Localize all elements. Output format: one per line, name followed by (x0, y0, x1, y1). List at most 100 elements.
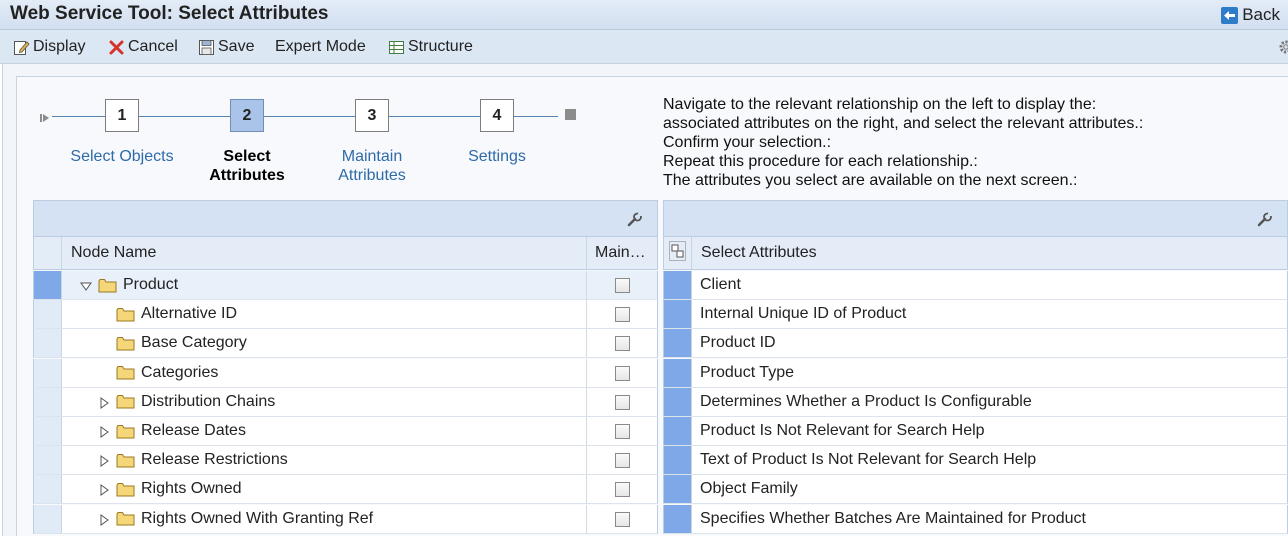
step-2-box[interactable]: 2 (230, 99, 264, 132)
node-name-cell[interactable]: Release Dates (98, 417, 246, 445)
back-button[interactable]: Back (1221, 4, 1280, 26)
row-selector[interactable] (664, 329, 692, 358)
row-selector[interactable] (664, 446, 692, 475)
maintain-cell (586, 358, 657, 387)
node-name-cell[interactable]: Distribution Chains (98, 388, 275, 416)
node-name-cell[interactable]: Rights Owned (98, 475, 242, 503)
row-selector[interactable] (664, 271, 692, 299)
table-row[interactable]: Release Dates (33, 417, 658, 446)
table-row[interactable]: Product Is Not Relevant for Search Help (663, 417, 1288, 446)
node-name-cell[interactable]: Product (80, 271, 178, 299)
row-selector[interactable] (34, 271, 62, 299)
step-1-box[interactable]: 1 (105, 99, 139, 132)
expert-mode-label: Expert Mode (275, 38, 366, 55)
row-selector[interactable] (34, 387, 62, 416)
toolbar: Display Cancel Save Expert Mode Structur… (0, 30, 1288, 64)
row-selector[interactable] (34, 475, 62, 504)
column-header-select-attributes[interactable]: Select Attributes (693, 237, 1283, 269)
maintain-checkbox[interactable] (615, 336, 630, 352)
table-row[interactable]: Text of Product Is Not Relevant for Sear… (663, 446, 1288, 476)
row-selector[interactable] (664, 300, 692, 329)
select-all-toggle[interactable] (664, 237, 692, 269)
row-selector[interactable] (34, 417, 62, 445)
row-selector[interactable] (664, 475, 692, 504)
maintain-checkbox[interactable] (615, 511, 630, 527)
node-name-cell[interactable]: Categories (98, 359, 218, 387)
table-row[interactable]: Release Restrictions (33, 446, 658, 476)
collapsed-triangle-icon[interactable] (98, 425, 110, 438)
node-name-cell[interactable]: Rights Owned With Granting Ref (98, 505, 373, 533)
collapsed-triangle-icon[interactable] (98, 513, 110, 526)
maintain-checkbox[interactable] (615, 424, 630, 439)
attribute-name-cell: Determines Whether a Product Is Configur… (700, 392, 1032, 410)
row-selector[interactable] (34, 300, 62, 329)
maintain-checkbox[interactable] (615, 365, 630, 381)
row-selector[interactable] (34, 504, 62, 533)
table-row[interactable]: Distribution Chains (33, 387, 658, 417)
row-selector[interactable] (664, 358, 692, 387)
table-row[interactable]: Object Family (663, 475, 1288, 505)
structure-icon (388, 39, 405, 56)
table-row[interactable]: Rights Owned With Granting Ref (33, 504, 658, 534)
collapsed-triangle-icon[interactable] (98, 483, 110, 497)
table-row[interactable]: Specifies Whether Batches Are Maintained… (663, 504, 1288, 534)
save-disk-icon (198, 39, 215, 56)
table-row[interactable]: Base Category (33, 329, 658, 359)
step-3-box[interactable]: 3 (355, 99, 389, 132)
row-selector[interactable] (34, 329, 62, 358)
table-row[interactable]: Rights Owned (33, 475, 658, 505)
step-4-box[interactable]: 4 (480, 99, 514, 132)
attribute-table-header: Select Attributes (663, 237, 1288, 270)
save-label: Save (218, 38, 255, 55)
maintain-checkbox[interactable] (615, 307, 630, 323)
folder-icon (116, 307, 135, 322)
expanded-triangle-icon[interactable] (80, 279, 92, 291)
cancel-button[interactable]: Cancel (108, 36, 178, 58)
save-button[interactable]: Save (198, 36, 254, 58)
wrench-icon[interactable] (1257, 212, 1273, 228)
table-row[interactable]: Determines Whether a Product Is Configur… (663, 387, 1288, 417)
table-row[interactable]: Product (33, 271, 658, 300)
wrench-icon[interactable] (627, 212, 643, 228)
row-selector[interactable] (664, 417, 692, 445)
table-row[interactable]: Alternative ID (33, 300, 658, 330)
table-row[interactable]: Product Type (663, 358, 1288, 388)
maintain-checkbox[interactable] (615, 394, 630, 410)
node-name-cell[interactable]: Base Category (98, 329, 247, 357)
collapsed-triangle-icon[interactable] (98, 454, 110, 468)
step-2-label[interactable]: Select Attributes (192, 147, 302, 185)
step-4-label[interactable]: Settings (442, 147, 552, 166)
node-name-cell[interactable]: Alternative ID (98, 300, 237, 328)
select-all-cell[interactable] (34, 237, 62, 269)
table-row[interactable]: Internal Unique ID of Product (663, 300, 1288, 330)
table-row[interactable]: Client (663, 271, 1288, 300)
table-row[interactable]: Product ID (663, 329, 1288, 359)
folder-icon (116, 453, 135, 468)
column-header-maintain[interactable]: Main… (586, 237, 657, 269)
node-name-label: Distribution Chains (141, 392, 276, 410)
select-all-icon (669, 240, 686, 266)
maintain-checkbox[interactable] (615, 482, 630, 498)
step-3-label[interactable]: Maintain Attributes (317, 147, 427, 185)
row-selector[interactable] (664, 387, 692, 416)
step-1-label[interactable]: Select Objects (57, 147, 187, 166)
instruction-line: Navigate to the relevant relationship on… (663, 96, 1097, 113)
column-header-node-name[interactable]: Node Name (63, 237, 585, 269)
collapsed-triangle-icon[interactable] (98, 396, 110, 409)
maintain-cell (586, 387, 657, 416)
node-name-cell[interactable]: Release Restrictions (98, 446, 288, 474)
row-selector[interactable] (664, 504, 692, 533)
structure-button[interactable]: Structure (388, 36, 473, 58)
title-bar: Web Service Tool: Select Attributes Back (0, 0, 1288, 30)
row-selector[interactable] (34, 358, 62, 387)
folder-icon (116, 394, 135, 409)
display-button[interactable]: Display (13, 36, 85, 58)
folder-icon (116, 511, 135, 526)
row-selector[interactable] (34, 446, 62, 475)
maintain-checkbox[interactable] (615, 278, 630, 293)
gear-icon[interactable] (1278, 39, 1288, 55)
node-name-label: Rights Owned (141, 480, 242, 498)
maintain-checkbox[interactable] (615, 453, 630, 469)
expert-mode-button[interactable]: Expert Mode (275, 36, 366, 58)
table-row[interactable]: Categories (33, 358, 658, 388)
